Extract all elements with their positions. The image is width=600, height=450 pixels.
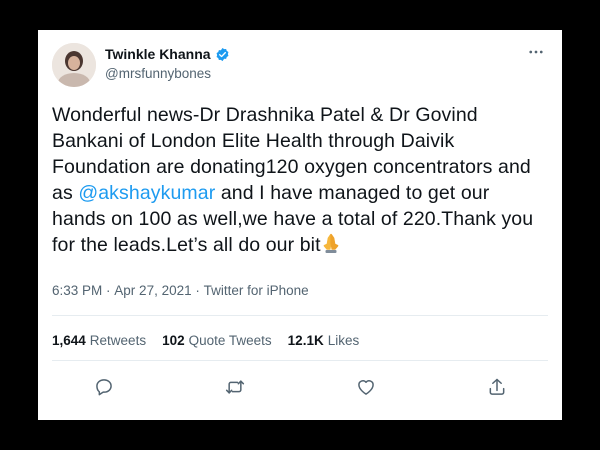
retweets-stat[interactable]: 1,644 Retweets [52,333,146,348]
heart-icon[interactable] [354,375,378,399]
retweets-count: 1,644 [52,333,86,348]
meta-separator-2: · [195,283,204,298]
tweet-card: Twinkle Khanna @mrsfunnybones Wonderful … [38,30,562,420]
tweet-time[interactable]: 6:33 PM [52,283,102,298]
tweet-text: Wonderful news-Dr Drashnika Patel & Dr G… [52,102,550,258]
mention-link[interactable]: @akshaykumar [78,182,215,204]
retweet-icon[interactable] [223,375,247,399]
more-dots-icon[interactable] [526,42,546,62]
author-name-row: Twinkle Khanna [105,46,230,62]
likes-label: Likes [327,333,360,348]
author-handle[interactable]: @mrsfunnybones [105,66,211,81]
folded-hands-emoji-icon [323,233,338,253]
share-icon[interactable] [485,375,509,399]
tweet-meta: 6:33 PM · Apr 27, 2021 · Twitter for iPh… [52,283,309,298]
divider-top [52,315,548,316]
avatar[interactable] [52,43,96,87]
quote-tweets-label: Quote Tweets [188,333,272,348]
tweet-source[interactable]: Twitter for iPhone [204,283,309,298]
verified-badge-icon [216,47,228,61]
likes-count: 12.1K [287,333,324,348]
author-display-name[interactable]: Twinkle Khanna [105,46,211,62]
likes-stat[interactable]: 12.1K Likes [288,333,360,348]
tweet-stats: 1,644 Retweets 102 Quote Tweets 12.1K Likes [52,333,359,348]
retweets-label: Retweets [89,333,147,348]
divider-bottom [52,360,548,361]
quote-tweets-count: 102 [162,333,185,348]
action-bar [38,375,562,399]
reply-icon[interactable] [92,375,116,399]
tweet-date[interactable]: Apr 27, 2021 [114,283,191,298]
quote-tweets-stat[interactable]: 102 Quote Tweets [162,333,272,348]
